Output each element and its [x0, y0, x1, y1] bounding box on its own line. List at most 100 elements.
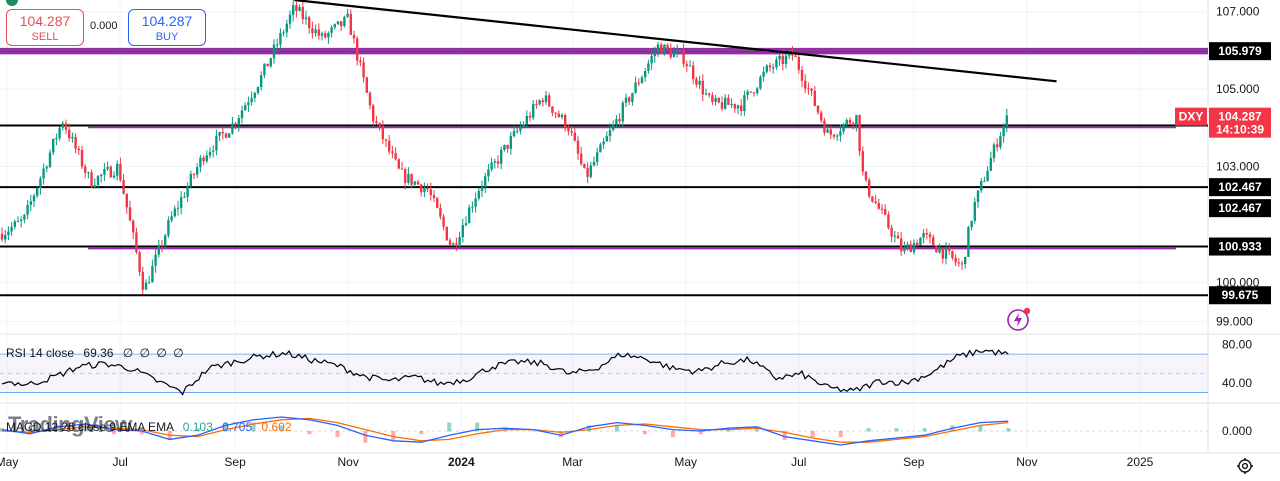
- candle-body: [532, 104, 535, 118]
- candle-body: [394, 153, 397, 160]
- candle-body: [813, 90, 816, 106]
- candle-body: [608, 129, 612, 137]
- symbol-label: DXY: [1179, 110, 1204, 124]
- x-tick-label: Sep: [224, 455, 246, 469]
- candle-body: [301, 7, 304, 20]
- rsi-legend[interactable]: RSI 14 close 69.36 ∅ ∅ ∅ ∅: [6, 346, 184, 360]
- time-axis[interactable]: May Jul Sep Nov 2024 Mar May Jul Sep Nov 2025: [0, 455, 1154, 469]
- candle-body: [144, 282, 148, 290]
- tradingview-watermark: TradingView: [8, 412, 132, 437]
- candle-body: [980, 181, 983, 191]
- x-tick-label: Jul: [112, 455, 127, 469]
- candle-body: [628, 97, 631, 102]
- candle-body: [23, 214, 26, 220]
- candle-body: [212, 150, 215, 152]
- sell-price: 104.287: [19, 13, 71, 29]
- candle-body: [858, 115, 861, 152]
- buy-label: BUY: [155, 31, 179, 43]
- macd-tick-label: 0.000: [1222, 424, 1252, 438]
- candle-body: [890, 227, 893, 237]
- rsi-title: RSI 14 close: [6, 346, 74, 360]
- candle-body: [829, 129, 832, 135]
- candle-body: [749, 91, 752, 93]
- candle-body: [416, 181, 420, 185]
- candle-body: [477, 190, 480, 199]
- candle-body: [87, 172, 90, 174]
- candle-body: [519, 126, 522, 131]
- gear-icon[interactable]: [1236, 457, 1254, 475]
- macd-histogram-bar: [531, 431, 536, 432]
- candle-body: [928, 234, 932, 238]
- candle-body: [509, 136, 512, 149]
- candle-body: [432, 195, 436, 199]
- candle-body: [554, 112, 557, 114]
- candle-body: [71, 136, 74, 139]
- candle-body: [208, 151, 212, 156]
- candle-body: [676, 50, 679, 52]
- candle-body: [93, 185, 96, 188]
- candle-body: [132, 220, 135, 233]
- candle-body: [439, 207, 442, 217]
- trendline[interactable]: [294, 0, 1057, 83]
- candle-body: [932, 237, 935, 246]
- candle-body: [762, 71, 765, 77]
- candle-body: [298, 7, 301, 11]
- x-tick-label: Nov: [338, 455, 359, 469]
- candle-body: [650, 56, 653, 64]
- macd-histogram-bar: [614, 425, 619, 432]
- candle-body: [237, 118, 240, 125]
- sell-label: SELL: [31, 31, 59, 43]
- sell-button[interactable]: 104.287 SELL: [6, 9, 84, 46]
- candle-body: [36, 188, 39, 196]
- candle-body: [528, 115, 532, 118]
- candle-body: [61, 123, 64, 128]
- candle-body: [868, 180, 871, 197]
- x-tick-label: Sep: [903, 455, 925, 469]
- candle-body: [423, 188, 426, 193]
- candle-body: [672, 51, 676, 58]
- candle-body: [39, 178, 42, 189]
- candle-body: [586, 167, 589, 177]
- candle-body: [996, 144, 999, 148]
- candle-body: [378, 122, 381, 126]
- candle-body: [445, 226, 448, 241]
- candle-body: [234, 123, 237, 125]
- candle-body: [426, 188, 429, 190]
- macd-histogram-bar: [670, 431, 675, 438]
- candle-body: [714, 97, 717, 102]
- candle-body: [724, 97, 727, 109]
- candle-body: [733, 103, 736, 109]
- candle-body: [122, 180, 125, 194]
- candle-body: [602, 141, 605, 145]
- macd-histogram-bar: [447, 422, 452, 432]
- candle-body: [855, 115, 858, 125]
- candle-body: [743, 95, 746, 112]
- macd-histogram-bar: [1006, 428, 1011, 432]
- candle-body: [573, 132, 576, 141]
- candle-body: [324, 33, 327, 38]
- macd-histogram-bar: [642, 431, 647, 435]
- candle-body: [100, 174, 103, 176]
- candle-body: [384, 139, 388, 141]
- candle-body: [631, 92, 634, 102]
- candle-body: [343, 16, 346, 26]
- candle-body: [448, 240, 452, 245]
- candle-body: [436, 198, 439, 208]
- candle-body: [599, 144, 602, 153]
- candle-body: [512, 131, 516, 137]
- candle-body: [612, 124, 615, 130]
- price-chart[interactable]: 99.000100.000103.000105.000107.000105.97…: [0, 0, 1280, 481]
- candle-body: [282, 32, 285, 34]
- candle-body: [77, 148, 80, 151]
- candle-body: [490, 162, 493, 170]
- y-tick-label: 99.000: [1216, 314, 1253, 328]
- level-price-label: 102.467: [1218, 201, 1262, 215]
- candle-body: [880, 208, 884, 210]
- buy-button[interactable]: 104.287 BUY: [128, 9, 206, 46]
- candle-body: [605, 136, 608, 142]
- lightning-icon[interactable]: [1006, 306, 1032, 332]
- macd-histogram-value: 0.103: [183, 420, 213, 434]
- candle-body: [272, 44, 276, 59]
- candle-body: [356, 38, 359, 61]
- candle-body: [381, 125, 384, 140]
